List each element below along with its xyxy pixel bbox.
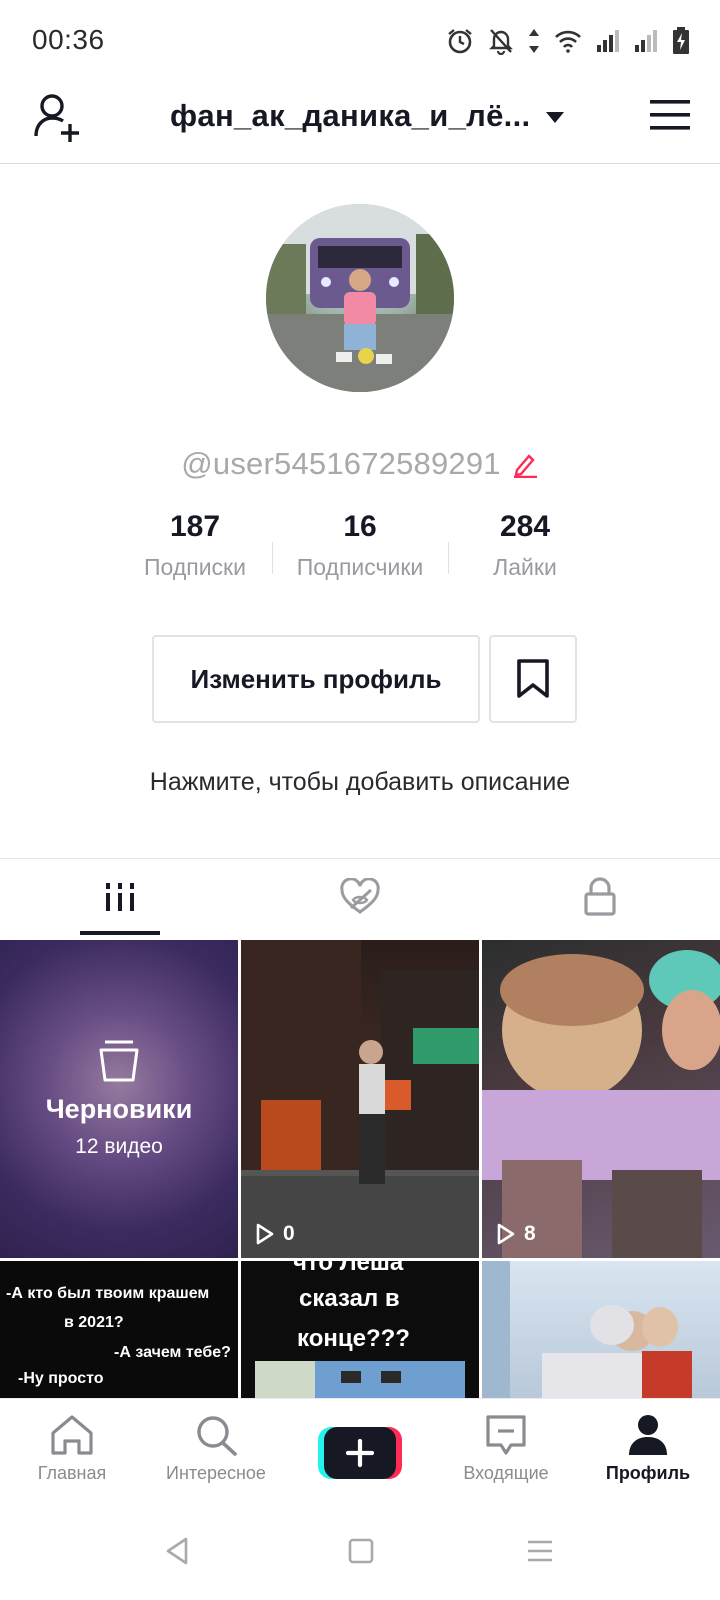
- nav-profile[interactable]: Профиль: [578, 1413, 718, 1484]
- stat-label: Подписки: [144, 554, 246, 580]
- divider: [272, 542, 273, 574]
- recents-menu-icon[interactable]: [526, 1536, 554, 1566]
- play-count: 0: [255, 1222, 295, 1246]
- play-count-value: 8: [524, 1222, 536, 1245]
- play-icon: [497, 1223, 515, 1245]
- header-title: фан_ак_даника_и_лё...: [170, 98, 531, 133]
- signal-icon: [635, 30, 657, 52]
- bell-off-icon: [489, 29, 513, 55]
- wifi-icon: [555, 30, 581, 53]
- favorites-button[interactable]: [489, 635, 577, 723]
- caption-line: -А кто был твоим крашем: [6, 1285, 210, 1302]
- drafts-tile[interactable]: Черновики 12 видео: [0, 940, 238, 1258]
- tab-liked[interactable]: [240, 862, 480, 932]
- video-tile[interactable]: 8: [482, 940, 720, 1258]
- status-icons: [446, 24, 690, 58]
- drafts-count: 12 видео: [75, 1134, 163, 1158]
- home-icon: [51, 1415, 93, 1455]
- video-thumbnail: [482, 950, 720, 1258]
- caption-line: -Ну просто: [18, 1370, 104, 1387]
- video-tile[interactable]: -А кто был твоим крашем в 2021? -А зачем…: [0, 1261, 238, 1400]
- drafts-box-icon: [99, 1040, 139, 1081]
- nav-label: Главная: [37, 1463, 107, 1483]
- play-count-value: 0: [283, 1222, 295, 1245]
- video-grid: Черновики 12 видео 0 8 -А кто был твоим …: [0, 940, 720, 1400]
- edit-profile-button[interactable]: Изменить профиль: [152, 635, 480, 723]
- liked-hidden-icon: [340, 878, 380, 914]
- nav-label: Профиль: [605, 1463, 691, 1483]
- play-count: 8: [496, 1222, 536, 1246]
- username: @user5451672589291: [181, 446, 501, 481]
- stat-value: 284: [499, 510, 551, 543]
- account-switcher[interactable]: фан_ак_даника_и_лё...: [170, 96, 565, 136]
- caption-line: что Леша: [293, 1261, 404, 1276]
- video-thumbnail: [241, 940, 479, 1258]
- caption-line: сказал в: [299, 1285, 400, 1312]
- chevron-down-icon: [546, 111, 565, 123]
- nav-label: Интересное: [166, 1463, 266, 1483]
- divider: [0, 858, 720, 859]
- stat-label: Лайки: [493, 554, 557, 580]
- tab-private[interactable]: [480, 862, 720, 932]
- bottom-nav: Главная Интересное Входящие Профиль: [0, 1398, 720, 1508]
- caption-line: в 2021?: [64, 1314, 124, 1331]
- back-icon[interactable]: [164, 1536, 190, 1566]
- create-button[interactable]: [318, 1425, 402, 1481]
- profile-icon: [629, 1415, 667, 1455]
- stat-following[interactable]: 187 Подписки: [110, 506, 280, 581]
- profile-stats: 187 Подписки 16 Подписчики 284 Лайки: [110, 506, 610, 596]
- video-thumbnail: [255, 1361, 465, 1400]
- add-user-icon[interactable]: [32, 90, 86, 144]
- caption-line: -А зачем тебе?: [114, 1344, 231, 1361]
- stat-value: 187: [169, 510, 221, 543]
- username-row: @user5451672589291: [0, 444, 720, 484]
- home-square-icon[interactable]: [348, 1536, 374, 1566]
- search-icon: [197, 1416, 237, 1456]
- nav-home[interactable]: Главная: [2, 1413, 142, 1484]
- menu-icon[interactable]: [650, 98, 690, 132]
- bookmark-icon: [517, 659, 549, 698]
- video-tile[interactable]: 0: [241, 940, 479, 1258]
- bio-placeholder[interactable]: Нажмите, чтобы добавить описание: [0, 768, 720, 797]
- nav-label: Входящие: [463, 1463, 549, 1483]
- video-thumbnail: [482, 1261, 692, 1400]
- video-tile[interactable]: [482, 1261, 720, 1400]
- data-arrows-icon: [529, 29, 539, 53]
- status-time: 00:36: [32, 24, 105, 55]
- tab-videos[interactable]: [0, 862, 240, 932]
- signal-icon: [597, 30, 619, 52]
- alarm-icon: [448, 29, 472, 54]
- active-tab-indicator: [80, 931, 160, 935]
- videos-grid-icon: [106, 883, 134, 911]
- inbox-icon: [486, 1415, 526, 1455]
- drafts-overlay: Черновики 12 видео: [0, 940, 238, 1258]
- video-tile[interactable]: что Леша сказал в конце???: [241, 1261, 479, 1400]
- nav-inbox[interactable]: Входящие: [436, 1413, 576, 1484]
- system-nav-bar: [0, 1508, 720, 1600]
- stat-likes[interactable]: 284 Лайки: [440, 506, 610, 581]
- play-icon: [256, 1223, 274, 1245]
- lock-icon: [584, 877, 616, 916]
- stat-followers[interactable]: 16 Подписчики: [275, 506, 445, 581]
- pencil-icon[interactable]: [511, 450, 539, 478]
- drafts-title: Черновики: [45, 1093, 193, 1124]
- avatar[interactable]: [266, 204, 454, 392]
- nav-discover[interactable]: Интересное: [146, 1413, 286, 1484]
- stat-label: Подписчики: [296, 554, 424, 580]
- profile-header: фан_ак_даника_и_лё...: [0, 80, 720, 164]
- caption-line: конце???: [297, 1325, 410, 1352]
- stat-value: 16: [343, 510, 377, 543]
- status-bar: 00:36: [0, 0, 720, 80]
- battery-charging-icon: [673, 27, 689, 54]
